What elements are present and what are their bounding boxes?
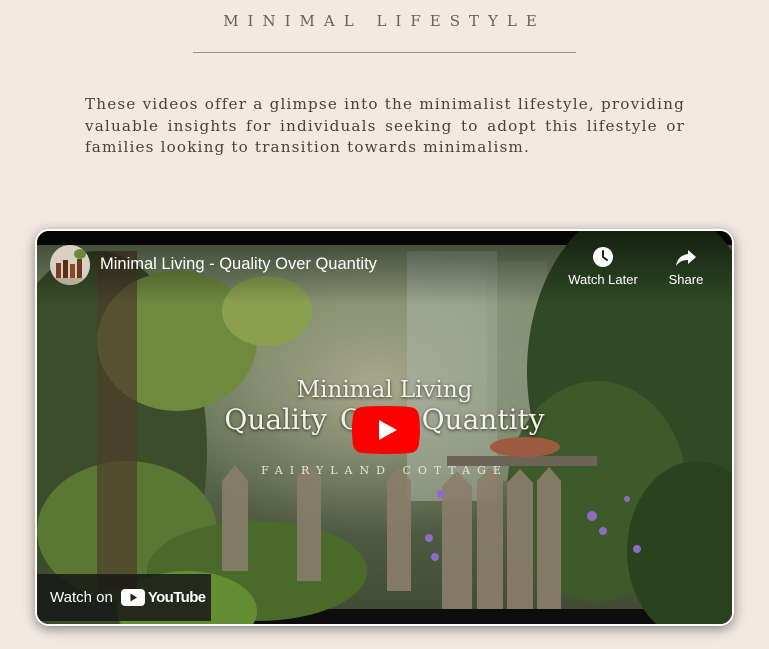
- video-embed[interactable]: Minimal Living - Quality Over Quantity W…: [35, 229, 734, 626]
- watch-later-button[interactable]: Watch Later: [564, 245, 642, 287]
- youtube-play-icon: [120, 589, 145, 606]
- title-divider: [193, 52, 576, 53]
- video-title[interactable]: Minimal Living - Quality Over Quantity: [100, 255, 377, 274]
- share-arrow-icon: [676, 250, 696, 266]
- thumbnail-text-line3: FAIRYLAND COTTAGE: [261, 464, 508, 477]
- share-button[interactable]: Share: [660, 245, 712, 287]
- page-title: MINIMAL LIFESTYLE: [223, 12, 546, 30]
- clock-icon: [593, 247, 613, 267]
- share-label: Share: [668, 272, 704, 287]
- play-button-icon[interactable]: [352, 406, 420, 454]
- youtube-word: YouTube: [147, 589, 206, 606]
- watch-later-label: Watch Later: [568, 272, 638, 287]
- thumbnail-text-line1: Minimal Living: [296, 377, 473, 403]
- channel-avatar-icon: [50, 245, 90, 285]
- watch-on-label: Watch on: [50, 589, 113, 606]
- video-header: Minimal Living - Quality Over Quantity W…: [37, 231, 732, 305]
- watch-on-youtube-button[interactable]: Watch on YouTube: [37, 574, 211, 621]
- youtube-logo-icon: YouTube: [120, 589, 206, 606]
- channel-avatar[interactable]: [50, 245, 90, 285]
- intro-paragraph: These videos offer a glimpse into the mi…: [85, 95, 685, 156]
